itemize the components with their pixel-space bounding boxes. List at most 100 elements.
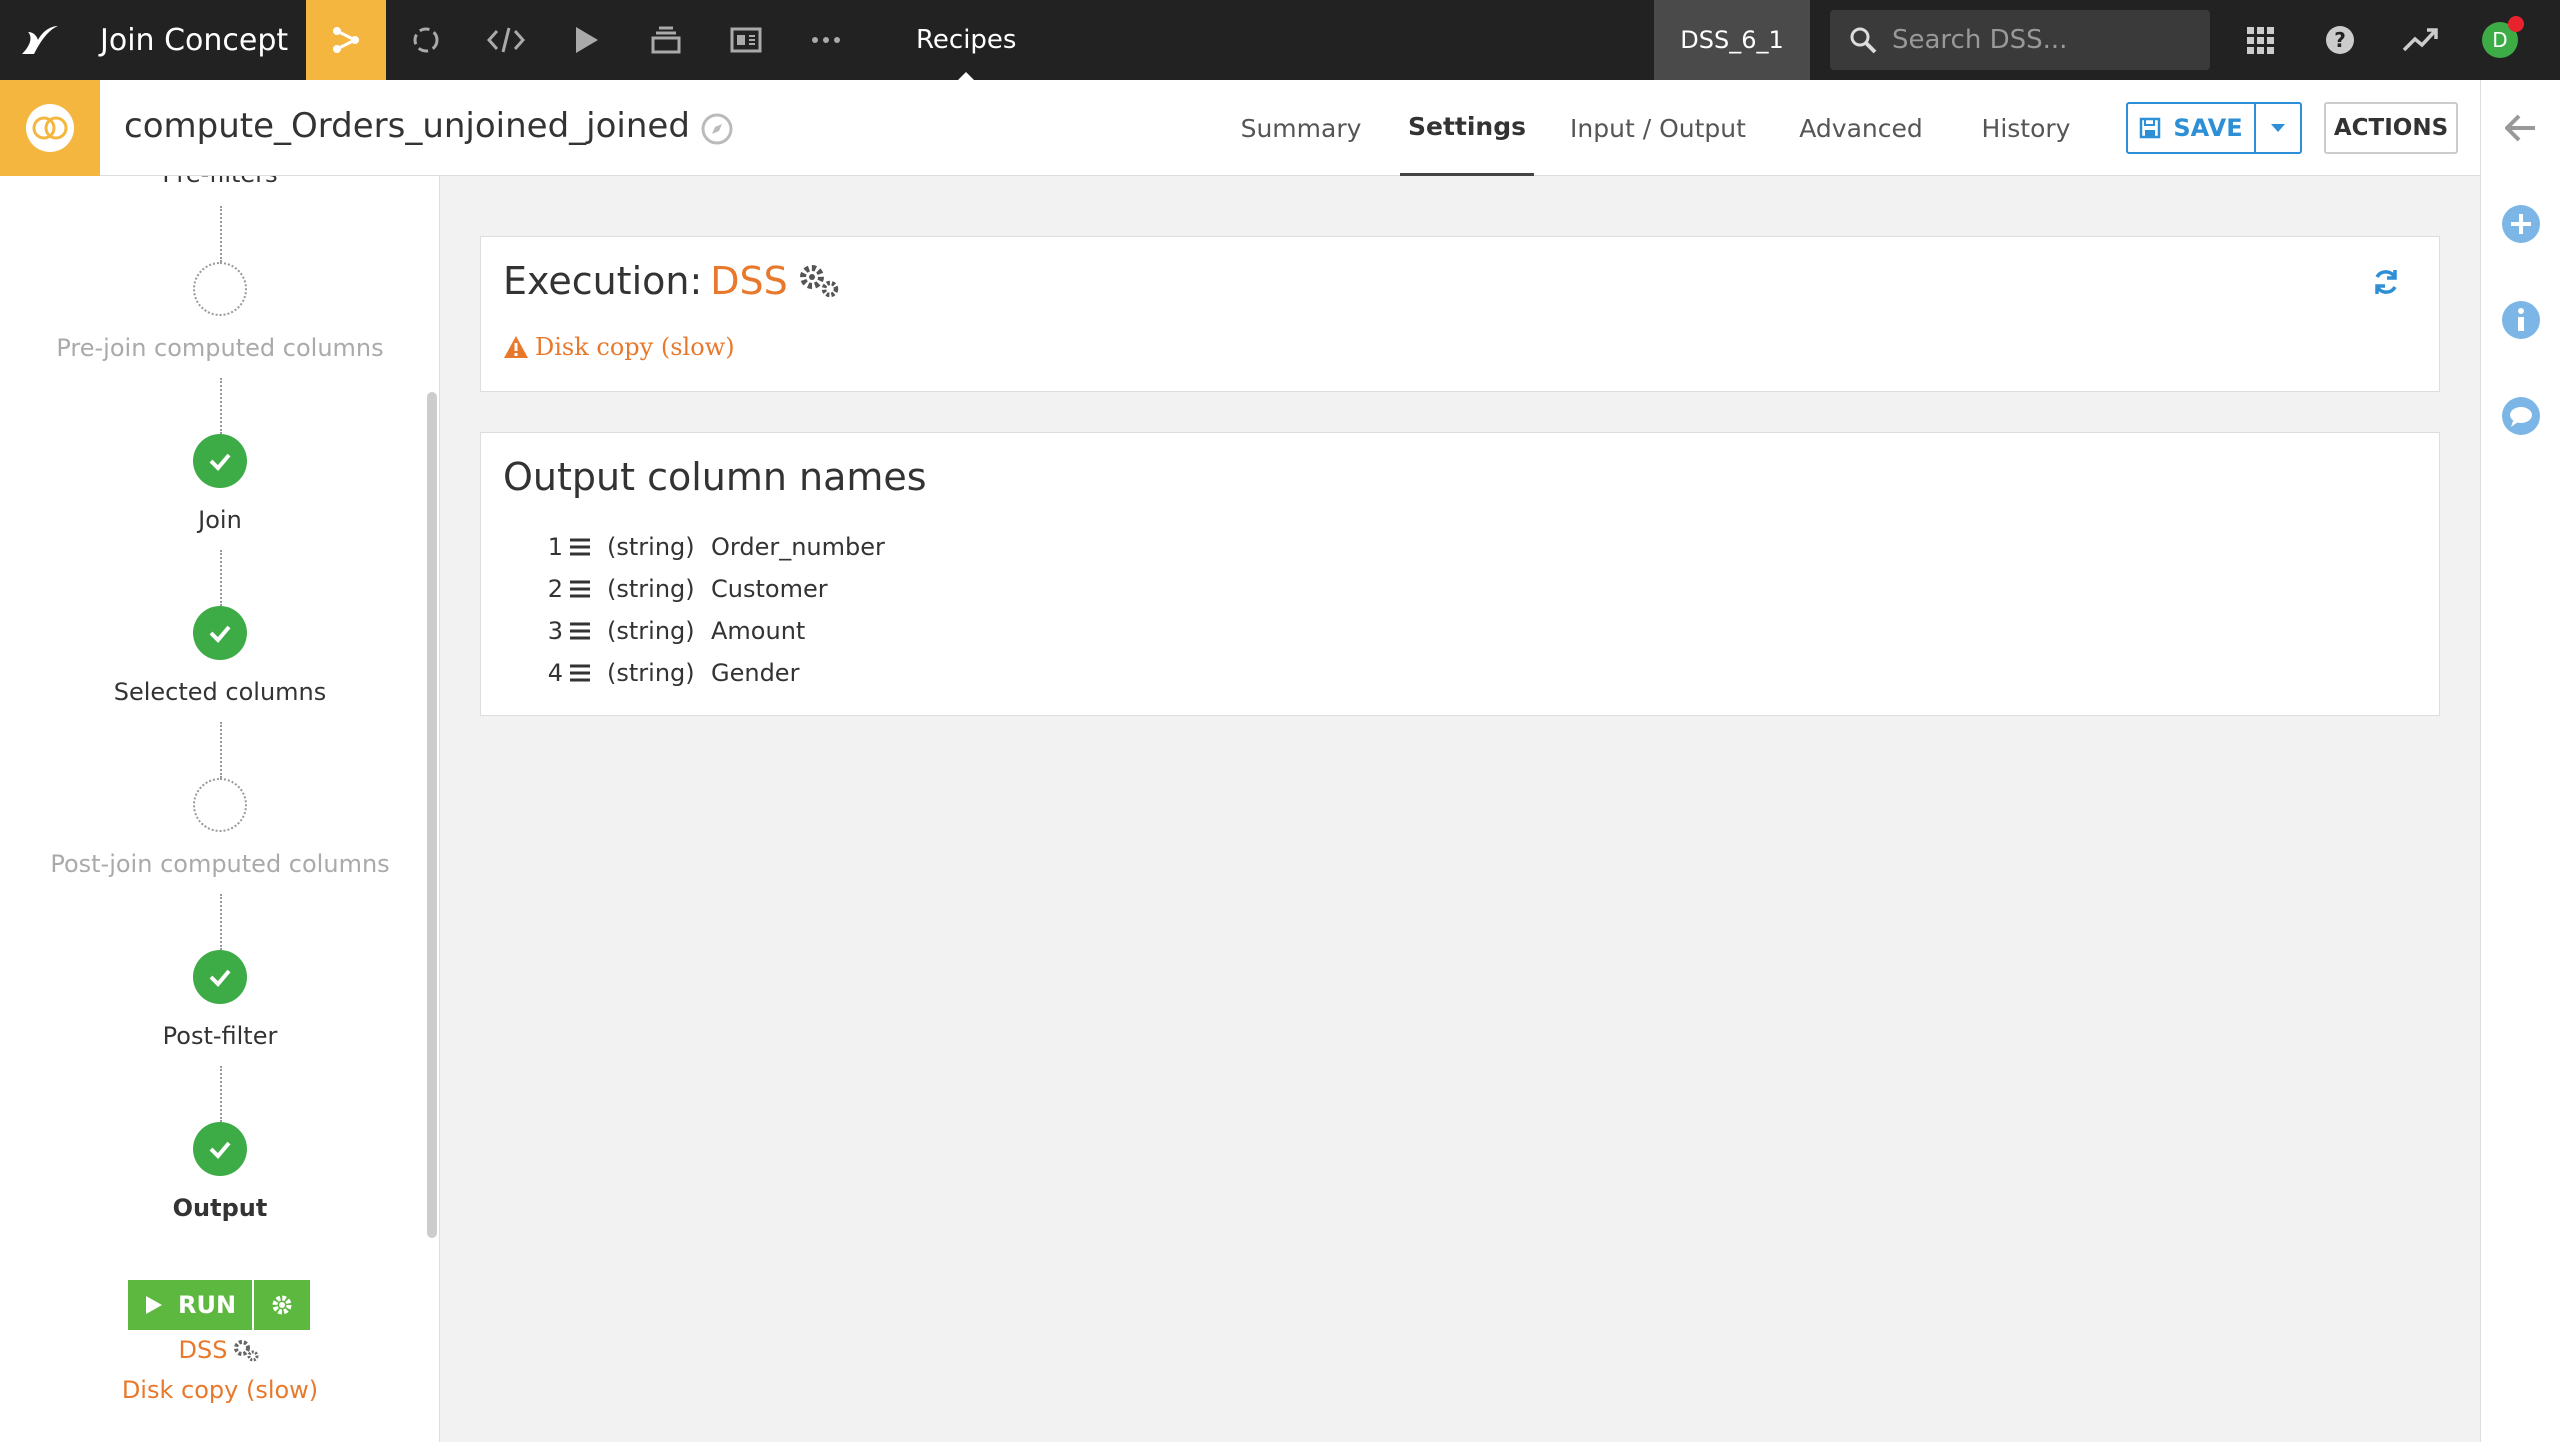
step-post-join-computed-columns[interactable]: Post-join computed columns [0, 850, 439, 878]
column-index: 3 [547, 617, 563, 645]
apps-grid-icon[interactable] [2220, 0, 2300, 80]
list-icon[interactable] [565, 664, 595, 682]
code-icon[interactable] [466, 0, 546, 80]
global-search[interactable] [1830, 10, 2210, 70]
active-section-caret [958, 72, 975, 80]
tab-input-output[interactable]: Input / Output [1560, 80, 1756, 176]
execution-title-prefix: Execution: [503, 259, 703, 303]
column-type: (string) [607, 617, 695, 645]
step-connector [220, 378, 222, 434]
instance-name[interactable]: DSS_6_1 [1654, 0, 1810, 80]
dataiku-logo-icon[interactable] [0, 0, 80, 80]
chat-icon[interactable] [2481, 386, 2560, 446]
user-menu[interactable]: D [2460, 0, 2540, 80]
output-columns-panel: Output column names 1 (string) Order_num… [480, 432, 2440, 716]
step-connector [220, 894, 222, 950]
dashboard-icon[interactable] [706, 0, 786, 80]
search-icon [1850, 27, 1877, 54]
tab-advanced[interactable]: Advanced [1786, 80, 1936, 176]
tab-summary[interactable]: Summary [1226, 80, 1376, 176]
more-icon[interactable] [786, 0, 866, 80]
project-title[interactable]: Join Concept [80, 23, 306, 58]
column-name: Order_number [711, 533, 885, 561]
floppy-disk-icon [2140, 117, 2161, 139]
run-button[interactable]: RUN [128, 1280, 252, 1330]
execution-panel: Execution: DSS Disk copy (slow) [480, 236, 2440, 392]
nav-section-label: Recipes [916, 25, 1017, 55]
output-column-row: 4 (string) Gender [541, 655, 800, 691]
list-icon[interactable] [565, 538, 595, 556]
output-columns-title: Output column names [503, 455, 927, 499]
execution-title: Execution: DSS [503, 259, 842, 303]
list-icon[interactable] [565, 580, 595, 598]
recipe-name: compute_Orders_unjoined_joined [124, 106, 690, 146]
run-engine[interactable]: DSS [0, 1336, 439, 1364]
nav-section-recipes[interactable]: Recipes [916, 0, 1016, 80]
avatar-initial: D [2492, 28, 2508, 52]
gears-icon [234, 1340, 259, 1362]
join-recipe-icon [0, 80, 100, 176]
notification-dot [2508, 16, 2524, 32]
check-icon [193, 1122, 247, 1176]
help-icon[interactable]: ? [2300, 0, 2380, 80]
save-button-group: SAVE [2126, 102, 2302, 154]
save-button[interactable]: SAVE [2128, 104, 2256, 152]
check-icon [193, 434, 247, 488]
step-connector [220, 1066, 222, 1122]
check-icon [193, 606, 247, 660]
column-index: 2 [547, 575, 563, 603]
step-connector [220, 550, 222, 606]
tab-history[interactable]: History [1966, 80, 2086, 176]
step-pre-filters[interactable]: Pre-filters [0, 176, 439, 188]
run-engine-note: Disk copy (slow) [121, 1376, 319, 1404]
execution-engine[interactable]: DSS [710, 259, 788, 303]
sidebar-scrollbar[interactable] [427, 392, 437, 1238]
column-type: (string) [607, 533, 695, 561]
run-options-button[interactable] [254, 1280, 310, 1330]
step-status-empty-icon [193, 778, 247, 832]
output-column-row: 2 (string) Customer [541, 571, 828, 607]
tab-settings[interactable]: Settings [1400, 80, 1534, 176]
column-name: Gender [711, 659, 800, 687]
refresh-icon[interactable] [2371, 267, 2401, 301]
warning-icon [504, 336, 528, 358]
column-index: 1 [547, 533, 563, 561]
column-name: Amount [711, 617, 806, 645]
svg-text:?: ? [2334, 28, 2346, 52]
check-icon [193, 950, 247, 1004]
run-icon[interactable] [546, 0, 626, 80]
back-arrow-icon[interactable] [2481, 98, 2560, 158]
chevron-down-icon [2271, 124, 2285, 132]
lab-icon[interactable] [386, 0, 466, 80]
save-dropdown-button[interactable] [2256, 104, 2300, 152]
right-rail [2480, 80, 2560, 1442]
column-type: (string) [607, 575, 695, 603]
output-column-row: 3 (string) Amount [541, 613, 806, 649]
step-connector [220, 206, 222, 262]
save-label: SAVE [2173, 114, 2243, 142]
list-icon[interactable] [565, 622, 595, 640]
column-type: (string) [607, 659, 695, 687]
column-name: Customer [711, 575, 828, 603]
steps-sidebar: Pre-filters Pre-join computed columns Jo… [0, 176, 440, 1442]
step-post-filter[interactable]: Post-filter [0, 1022, 439, 1050]
actions-button[interactable]: ACTIONS [2324, 102, 2458, 154]
activity-icon[interactable] [2380, 0, 2460, 80]
compass-icon[interactable] [700, 112, 734, 150]
step-selected-columns[interactable]: Selected columns [0, 678, 439, 706]
jobs-icon[interactable] [626, 0, 706, 80]
run-label: RUN [177, 1291, 237, 1319]
flow-icon[interactable] [306, 0, 386, 80]
plus-icon[interactable] [2481, 194, 2560, 254]
step-output[interactable]: Output [0, 1194, 439, 1222]
search-input[interactable] [1892, 25, 2192, 55]
step-join[interactable]: Join [0, 506, 439, 534]
info-icon[interactable] [2481, 290, 2560, 350]
column-index: 4 [547, 659, 563, 687]
output-column-row: 1 (string) Order_number [541, 529, 885, 565]
run-engine-label: DSS [178, 1336, 228, 1364]
recipe-header: compute_Orders_unjoined_joined Summary S… [0, 80, 2480, 176]
avatar[interactable]: D [2482, 16, 2524, 58]
step-pre-join-computed-columns[interactable]: Pre-join computed columns [0, 334, 439, 362]
gears-icon[interactable] [796, 261, 842, 301]
